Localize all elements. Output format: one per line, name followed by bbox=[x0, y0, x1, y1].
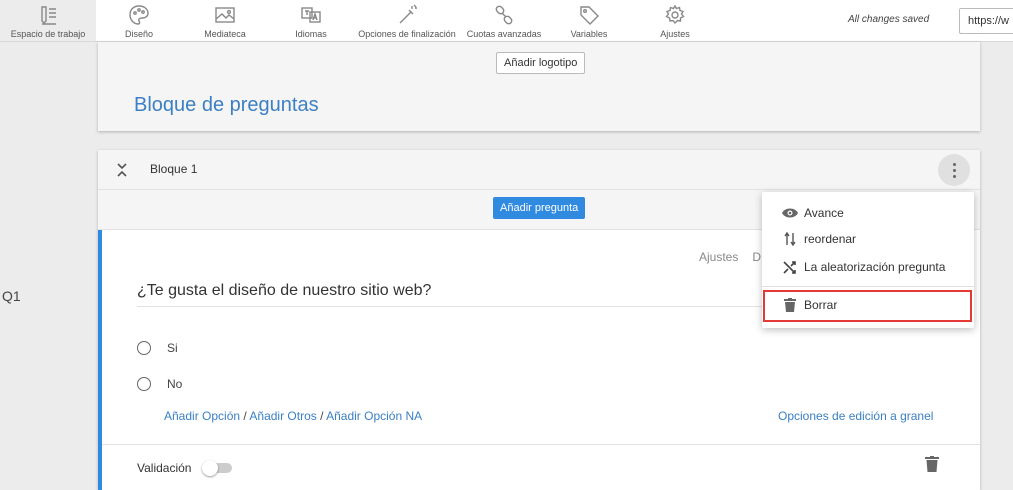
add-na-option-link[interactable]: Añadir Opción NA bbox=[326, 409, 422, 423]
trash-icon bbox=[782, 297, 798, 313]
menu-item-reorder[interactable]: reordenar bbox=[762, 226, 974, 252]
link-separator: / bbox=[240, 409, 250, 423]
choice-item[interactable]: Si bbox=[137, 341, 178, 355]
add-option-link[interactable]: Añadir Opción bbox=[164, 409, 240, 423]
eye-icon bbox=[782, 205, 798, 221]
magic-wand-icon bbox=[399, 4, 417, 24]
toolbar-languages[interactable]: Idiomas bbox=[280, 0, 342, 41]
toolbar-settings[interactable]: Ajustes bbox=[644, 0, 706, 41]
gear-icon bbox=[665, 4, 685, 25]
add-other-link[interactable]: Añadir Otros bbox=[249, 409, 316, 423]
trash-icon[interactable] bbox=[925, 456, 939, 472]
tag-icon bbox=[580, 6, 599, 25]
choice-label[interactable]: No bbox=[167, 377, 182, 391]
toolbar-label: Diseño bbox=[124, 29, 153, 39]
toolbar-label: Idiomas bbox=[295, 29, 327, 39]
reorder-icon bbox=[782, 231, 798, 247]
link-separator: / bbox=[316, 409, 327, 423]
block-options-menu: Avance reordenar La aleatorización pregu… bbox=[762, 192, 974, 328]
menu-item-label: Borrar bbox=[804, 298, 838, 312]
palette-icon bbox=[129, 5, 149, 25]
toolbar-advanced-quotas[interactable]: Cuotas avanzadas bbox=[464, 0, 544, 41]
workspace-icon bbox=[41, 6, 56, 25]
survey-url-field[interactable]: https://w bbox=[959, 8, 1013, 34]
toggle-knob bbox=[202, 460, 218, 476]
language-icon bbox=[301, 7, 321, 23]
toolbar-label: Opciones de finalización bbox=[358, 29, 456, 39]
collapse-icon[interactable] bbox=[116, 162, 128, 178]
block-name[interactable]: Bloque 1 bbox=[150, 162, 197, 176]
tab-settings[interactable]: Ajustes bbox=[699, 250, 738, 264]
bulk-edit-link[interactable]: Opciones de edición a granel bbox=[778, 409, 933, 423]
choice-label[interactable]: Si bbox=[167, 341, 178, 355]
toolbar-label: Variables bbox=[570, 29, 608, 39]
add-option-links: Añadir Opción / Añadir Otros / Añadir Op… bbox=[164, 409, 422, 423]
question-number: Q1 bbox=[2, 288, 21, 304]
save-status: All changes saved bbox=[848, 14, 930, 25]
toolbar-label: Ajustes bbox=[660, 29, 690, 39]
toolbar-label: Espacio de trabajo bbox=[10, 29, 86, 39]
block-header: Bloque 1 bbox=[98, 150, 980, 190]
block-more-button[interactable] bbox=[938, 154, 970, 186]
add-logo-button[interactable]: Añadir logotipo bbox=[496, 52, 586, 74]
survey-header-card: Añadir logotipo Bloque de preguntas bbox=[98, 42, 980, 131]
menu-item-delete[interactable]: Borrar bbox=[762, 292, 974, 318]
validation-label: Validación bbox=[137, 461, 192, 475]
toolbar-media[interactable]: Mediateca bbox=[194, 0, 256, 41]
question-text[interactable]: ¿Te gusta el diseño de nuestro sitio web… bbox=[137, 282, 431, 300]
radio-button[interactable] bbox=[137, 377, 151, 391]
image-icon bbox=[215, 7, 235, 23]
toolbar-variables[interactable]: Variables bbox=[558, 0, 620, 41]
validation-toggle[interactable] bbox=[202, 460, 232, 476]
survey-title[interactable]: Bloque de preguntas bbox=[134, 94, 319, 117]
toolbar-finish-options[interactable]: Opciones de finalización bbox=[356, 0, 458, 41]
tab-d[interactable]: D bbox=[752, 250, 761, 264]
kebab-icon bbox=[952, 161, 956, 179]
toolbar-design[interactable]: Diseño bbox=[108, 0, 170, 41]
menu-item-preview[interactable]: Avance bbox=[762, 200, 974, 226]
menu-item-label: Avance bbox=[804, 206, 844, 220]
top-toolbar: Espacio de trabajo Diseño Mediateca Idio… bbox=[0, 0, 1013, 42]
menu-divider bbox=[762, 286, 974, 287]
menu-item-label: reordenar bbox=[804, 232, 857, 246]
toolbar-workspace[interactable]: Espacio de trabajo bbox=[0, 0, 96, 41]
question-footer-divider bbox=[102, 444, 980, 445]
toolbar-label: Cuotas avanzadas bbox=[466, 29, 542, 39]
choice-item[interactable]: No bbox=[137, 377, 182, 391]
menu-item-label: La aleatorización pregunta bbox=[804, 260, 946, 274]
add-question-button[interactable]: Añadir pregunta bbox=[493, 197, 586, 219]
toolbar-label: Mediateca bbox=[204, 29, 246, 39]
menu-item-randomize[interactable]: La aleatorización pregunta bbox=[762, 254, 974, 280]
shuffle-icon bbox=[782, 259, 798, 275]
radio-button[interactable] bbox=[137, 341, 151, 355]
link-icon bbox=[495, 5, 513, 25]
